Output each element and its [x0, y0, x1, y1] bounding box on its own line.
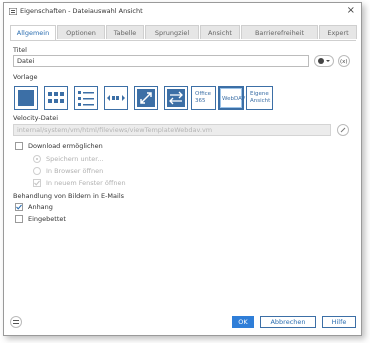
download-checkbox[interactable]	[15, 142, 23, 150]
template-eigene-ansicht[interactable]: Eigene Ansicht	[246, 86, 273, 110]
new-window-checkbox	[33, 179, 41, 187]
tab-sprungziel[interactable]: Sprungziel	[145, 25, 199, 39]
new-window-label: In neuem Fenster öffnen	[46, 179, 126, 187]
ok-button[interactable]: OK	[232, 316, 254, 328]
anhang-label: Anhang	[28, 203, 53, 211]
help-button[interactable]: Hilfe	[322, 316, 356, 328]
template-eigene-line2: Ansicht	[250, 98, 271, 104]
speichern-unter-label: Speichern unter...	[46, 155, 104, 163]
variable-icon: (x)	[340, 59, 348, 65]
title-bar: Eigenschaften - Dateiauswahl Ansicht ×	[4, 3, 361, 20]
radio-speichern-unter	[33, 155, 41, 163]
pencil-icon	[340, 127, 346, 133]
settings-button[interactable]	[10, 316, 22, 328]
tab-optionen[interactable]: Optionen	[57, 25, 105, 39]
settings-icon	[13, 320, 19, 324]
tab-barrierefreiheit[interactable]: Barrierefreiheit	[241, 25, 318, 39]
velocity-label: Velocity-Datei	[13, 114, 59, 122]
download-label: Download ermöglichen	[28, 142, 103, 150]
titel-input[interactable]: Datei	[13, 55, 309, 67]
template-webdav-label: WebDAV	[222, 96, 246, 102]
tab-allgemein[interactable]: Allgemein	[10, 25, 56, 40]
template-slider[interactable]	[104, 86, 128, 110]
template-grid[interactable]	[44, 86, 68, 110]
template-list[interactable]	[74, 86, 98, 110]
check-icon	[34, 180, 40, 186]
variable-button[interactable]: (x)	[338, 55, 350, 67]
eingebettet-label: Eingebettet	[28, 215, 66, 223]
tab-ansicht[interactable]: Ansicht	[200, 25, 240, 39]
globe-icon	[318, 58, 330, 64]
eingebettet-checkbox[interactable]	[15, 215, 23, 223]
radio-browser-oeffnen	[33, 167, 41, 175]
cancel-button[interactable]: Abbrechen	[260, 316, 316, 328]
svg-text:(x): (x)	[340, 59, 348, 65]
template-arrows[interactable]	[164, 86, 188, 110]
check-icon	[16, 204, 22, 210]
titel-label: Titel	[13, 46, 27, 54]
velocity-input: internal/system/vm/html/fileviews/viewTe…	[13, 124, 331, 136]
template-webdav[interactable]: WebDAV	[218, 86, 246, 110]
language-select[interactable]	[314, 55, 334, 67]
tab-divider	[10, 40, 356, 41]
template-office365[interactable]: Office 365	[191, 86, 216, 110]
template-single-block[interactable]	[14, 86, 38, 110]
tab-tabelle[interactable]: Tabelle	[106, 25, 144, 39]
tab-expert[interactable]: Expert	[319, 25, 357, 39]
vorlage-label: Vorlage	[13, 73, 38, 81]
app-icon	[9, 8, 17, 15]
template-eigene-line1: Eigene	[250, 91, 269, 97]
images-heading: Behandlung von Bildern in E-Mails	[13, 192, 125, 200]
anhang-checkbox[interactable]	[15, 203, 23, 211]
window-title: Eigenschaften - Dateiauswahl Ansicht	[20, 7, 143, 15]
properties-dialog: Eigenschaften - Dateiauswahl Ansicht × A…	[3, 2, 362, 336]
close-icon[interactable]: ×	[347, 5, 355, 17]
template-office365-line2: 365	[195, 98, 206, 104]
template-office365-line1: Office	[195, 91, 212, 97]
tab-bar: Allgemein Optionen Tabelle Sprungziel An…	[10, 25, 357, 40]
edit-velocity-button[interactable]	[337, 124, 349, 136]
browser-oeffnen-label: In Browser öffnen	[46, 167, 104, 175]
template-expand[interactable]	[134, 86, 158, 110]
